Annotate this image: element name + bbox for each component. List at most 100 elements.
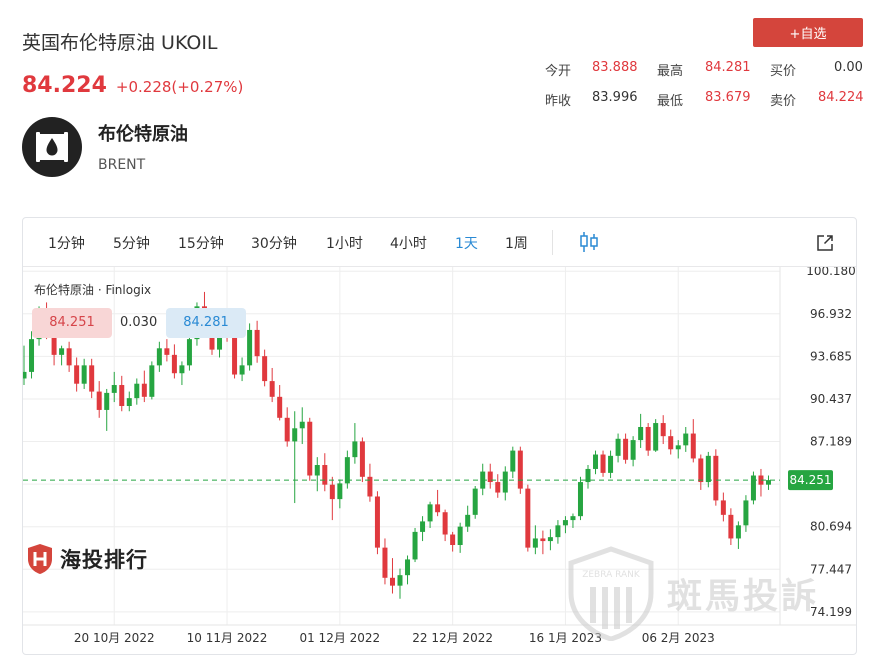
add-watchlist-button[interactable]: +自选 — [753, 18, 863, 47]
candle-body — [397, 575, 403, 586]
tab-1hour[interactable]: 1小时 — [326, 233, 363, 253]
candle-body — [600, 454, 606, 473]
candle-body — [405, 559, 411, 576]
candle-body — [156, 348, 162, 366]
candle-body — [555, 525, 561, 538]
candle-body — [171, 354, 177, 374]
candle-body — [615, 438, 621, 456]
tab-4hour[interactable]: 4小时 — [390, 233, 427, 253]
instrument-code: BRENT — [98, 157, 146, 173]
tab-5min[interactable]: 5分钟 — [113, 233, 150, 253]
spread-value: 0.030 — [120, 315, 158, 330]
candle-body — [232, 336, 238, 375]
candle-body — [307, 421, 313, 476]
candle-body — [382, 547, 388, 578]
last-price-label: 84.251 — [790, 473, 832, 487]
toolbar-divider — [552, 230, 553, 255]
candle-body — [623, 438, 629, 460]
price-row: 84.224 +0.228(+0.27%) — [22, 73, 243, 98]
candle-body — [59, 348, 65, 355]
candle-body — [284, 417, 290, 442]
candle-body — [630, 440, 636, 460]
tab-30min[interactable]: 30分钟 — [251, 233, 297, 253]
chart-plot-area[interactable]: 100.180 96.932 93.685 90.437 87.189 80.694 77.… — [23, 264, 856, 654]
candle-body — [465, 514, 471, 527]
open-value: 83.888 — [592, 60, 638, 75]
candle-body — [74, 365, 80, 384]
candle-body — [292, 428, 298, 442]
candle-body — [179, 365, 185, 374]
haitou-watermark: 海投排行 — [26, 543, 148, 575]
candle-body — [442, 512, 448, 535]
candle-body — [645, 426, 651, 451]
y-tick-label: 96.932 — [810, 307, 852, 321]
candle-body — [239, 365, 245, 375]
zebra-seal-logo: ZEBRA RANK — [568, 546, 654, 641]
candle-body — [186, 339, 192, 366]
candlestick-icon[interactable] — [579, 231, 599, 253]
tab-1min[interactable]: 1分钟 — [48, 233, 85, 253]
candle-body — [713, 455, 719, 501]
candle-body — [254, 329, 260, 357]
candle-body — [495, 482, 501, 493]
high-value: 84.281 — [705, 60, 751, 75]
candle-body — [277, 396, 283, 418]
fullscreen-icon[interactable] — [816, 234, 834, 252]
candle-body — [510, 450, 516, 472]
buy-price-pill[interactable]: 84.281 — [166, 308, 246, 338]
sell-price-pill[interactable]: 84.251 — [32, 308, 112, 338]
candle-body — [119, 385, 125, 407]
candle-body — [540, 538, 546, 542]
zebra-seal-text: ZEBRA RANK — [582, 570, 641, 580]
candle-body — [374, 496, 380, 548]
candle-body — [29, 339, 35, 372]
y-tick-label: 80.694 — [810, 520, 852, 534]
prev-close-value: 83.996 — [592, 90, 638, 105]
bid-value: 0.00 — [834, 60, 863, 75]
candle-body — [262, 356, 268, 382]
haitou-watermark-text: 海投排行 — [60, 548, 148, 572]
tab-1day[interactable]: 1天 — [455, 233, 478, 253]
candle-body — [96, 391, 102, 410]
candle-body — [750, 475, 756, 501]
candle-body — [517, 450, 523, 489]
candle-body — [141, 383, 147, 397]
y-tick-label: 100.180 — [806, 267, 856, 278]
candle-body — [735, 525, 741, 539]
candle-body — [344, 457, 350, 484]
y-tick-label: 87.189 — [810, 435, 852, 449]
candle-body — [164, 348, 170, 355]
zebra-watermark-text: 斑馬投訴 — [667, 576, 820, 617]
candle-body — [690, 433, 696, 459]
tab-15min[interactable]: 15分钟 — [178, 233, 224, 253]
candle-body — [683, 433, 689, 446]
quote-stats: 今开 83.888 最高 84.281 买价 0.00 昨收 83.996 最低… — [530, 58, 864, 118]
candle-body — [359, 441, 365, 477]
candle-body — [427, 504, 433, 522]
candle-body — [420, 521, 426, 532]
x-tick-label: 10 11月 2022 — [187, 631, 268, 645]
candle-body — [577, 482, 583, 517]
candle-body — [126, 398, 132, 407]
candle-body — [66, 348, 72, 366]
oil-barrel-icon — [22, 117, 82, 177]
candle-body — [705, 455, 711, 483]
candle-body — [547, 537, 553, 542]
candle-body — [314, 465, 320, 476]
candle-body — [653, 423, 659, 451]
candle-body — [329, 484, 335, 500]
chart-legend-title: 布伦特原油 · Finlogix — [34, 283, 152, 297]
candle-body — [585, 468, 591, 483]
candle-body — [502, 471, 508, 493]
x-tick-label: 22 12月 2022 — [412, 631, 493, 645]
candle-body — [698, 458, 704, 483]
tab-1week[interactable]: 1周 — [505, 233, 528, 253]
x-tick-label: 01 12月 2022 — [299, 631, 380, 645]
candle-body — [570, 516, 576, 521]
prev-close-label: 昨收 — [545, 94, 572, 109]
candle-body — [89, 365, 95, 392]
low-value: 83.679 — [705, 90, 751, 105]
candle-body — [23, 371, 27, 379]
candle-body — [720, 500, 726, 515]
x-tick-label: 20 10月 2022 — [74, 631, 155, 645]
